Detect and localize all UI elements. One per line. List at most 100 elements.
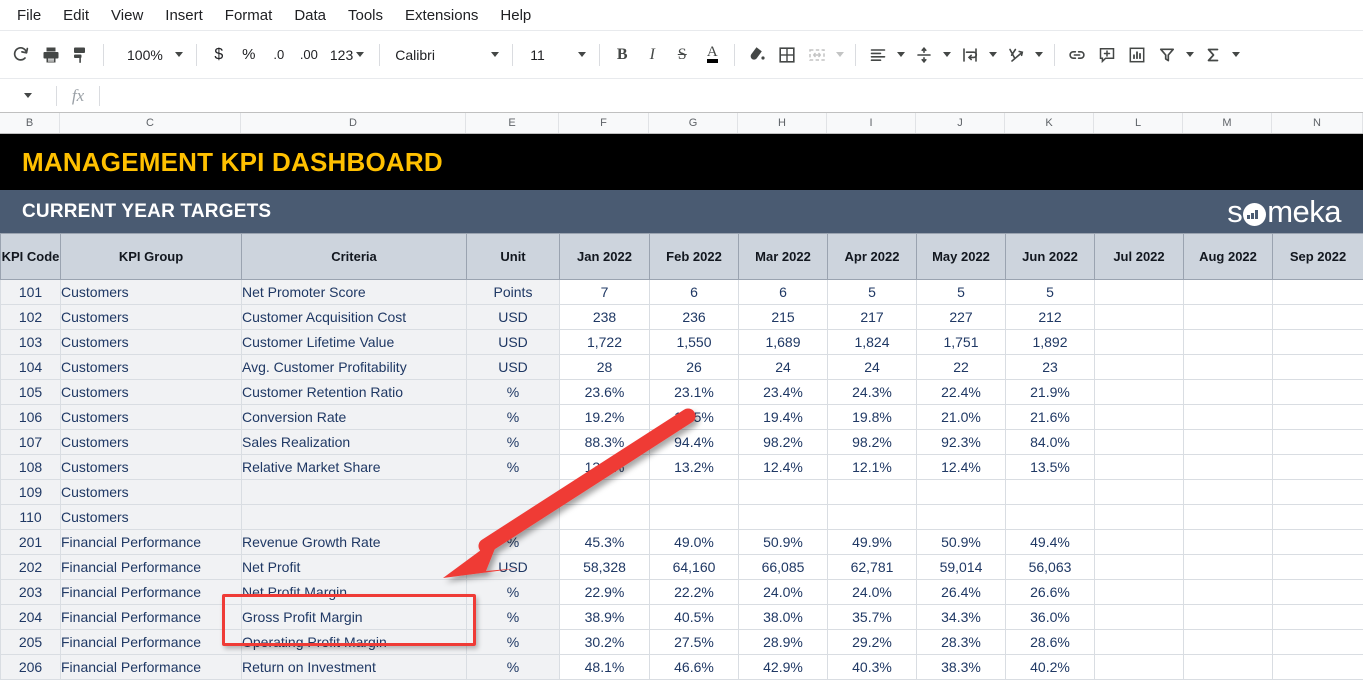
cell-month-value[interactable]: 1,824 [827,329,917,355]
cell-unit[interactable]: % [466,429,560,455]
cell-month-value[interactable]: 49.9% [827,529,917,555]
cell-month-value[interactable] [1272,554,1363,580]
cell-month-value[interactable] [1272,504,1363,530]
cell-month-value[interactable]: 5 [916,279,1006,305]
cell-unit[interactable]: Points [466,279,560,305]
table-row[interactable]: 102 Customers Customer Acquisition Cost USD… [0,304,1363,330]
cell-month-value[interactable] [1183,604,1273,630]
cell-criteria[interactable]: Operating Profit Margin [241,629,467,655]
cell-month-value[interactable] [559,479,650,505]
cell-month-value[interactable] [1183,529,1273,555]
cell-month-value[interactable] [1094,629,1184,655]
cell-kpi-code[interactable]: 201 [0,529,61,555]
cell-month-value[interactable]: 62,781 [827,554,917,580]
cell-criteria[interactable]: Return on Investment [241,654,467,680]
cell-month-value[interactable]: 28.3% [916,629,1006,655]
cell-unit[interactable]: USD [466,354,560,380]
cell-unit[interactable]: % [466,404,560,430]
cell-month-value[interactable]: 92.3% [916,429,1006,455]
formula-input[interactable] [100,79,1363,113]
cell-month-value[interactable]: 1,689 [738,329,828,355]
insert-link-button[interactable] [1062,40,1092,70]
cell-month-value[interactable]: 38.3% [916,654,1006,680]
print-icon[interactable] [36,40,66,70]
menu-item-format[interactable]: Format [214,3,284,28]
cell-month-value[interactable]: 1,722 [559,329,650,355]
cell-unit[interactable]: % [466,529,560,555]
table-row[interactable]: 107 Customers Sales Realization% 88.3% 94.4%… [0,429,1363,455]
column-feb-2022[interactable]: Feb 2022 [649,233,739,280]
cell-month-value[interactable] [1183,404,1273,430]
table-row[interactable]: 109 Customers [0,479,1363,505]
cell-month-value[interactable]: 13.6% [559,454,650,480]
cell-kpi-group[interactable]: Customers [60,404,242,430]
cell-month-value[interactable]: 23 [1005,354,1095,380]
cell-month-value[interactable]: 6 [738,279,828,305]
cell-month-value[interactable] [1005,504,1095,530]
cell-kpi-group[interactable]: Financial Performance [60,554,242,580]
cell-criteria[interactable]: Net Promoter Score [241,279,467,305]
cell-month-value[interactable] [1183,454,1273,480]
cell-month-value[interactable]: 7 [559,279,650,305]
cell-month-value[interactable]: 215 [738,304,828,330]
column-header-k[interactable]: K [1005,113,1094,133]
cell-kpi-code[interactable]: 107 [0,429,61,455]
cell-kpi-group[interactable]: Customers [60,329,242,355]
cell-kpi-code[interactable]: 105 [0,379,61,405]
cell-month-value[interactable] [1094,604,1184,630]
cell-month-value[interactable]: 26.6% [1005,579,1095,605]
column-header-d[interactable]: D [241,113,466,133]
cell-month-value[interactable]: 19.8% [827,404,917,430]
cell-month-value[interactable]: 42.9% [738,654,828,680]
cell-kpi-code[interactable]: 204 [0,604,61,630]
text-rotation-dropdown[interactable] [1031,40,1047,70]
column-aug-2022[interactable]: Aug 2022 [1183,233,1273,280]
cell-month-value[interactable] [1183,479,1273,505]
cell-month-value[interactable]: 22 [916,354,1006,380]
cell-month-value[interactable]: 18.5% [649,404,739,430]
cell-month-value[interactable]: 38.9% [559,604,650,630]
cell-month-value[interactable]: 45.3% [559,529,650,555]
horizontal-align-button[interactable] [863,40,893,70]
cell-month-value[interactable] [559,504,650,530]
column-header-i[interactable]: I [827,113,916,133]
cell-criteria[interactable]: Conversion Rate [241,404,467,430]
table-row[interactable]: 108 Customers Relative Market Share% 13.6% 1… [0,454,1363,480]
cell-month-value[interactable] [1183,379,1273,405]
column-header-h[interactable]: H [738,113,827,133]
column-criteria[interactable]: Criteria [241,233,467,280]
cell-month-value[interactable] [1094,479,1184,505]
cell-month-value[interactable] [1094,454,1184,480]
cell-month-value[interactable]: 94.4% [649,429,739,455]
cell-kpi-code[interactable]: 101 [0,279,61,305]
strikethrough-button[interactable]: S [667,40,697,70]
cell-month-value[interactable] [1094,529,1184,555]
table-row[interactable]: 106 Customers Conversion Rate% 19.2% 18.5% 19… [0,404,1363,430]
cell-kpi-group[interactable]: Customers [60,379,242,405]
cell-month-value[interactable]: 29.2% [827,629,917,655]
cell-month-value[interactable] [1272,329,1363,355]
cell-month-value[interactable]: 23.6% [559,379,650,405]
cell-kpi-group[interactable]: Financial Performance [60,529,242,555]
cell-month-value[interactable] [916,504,1006,530]
font-size-select[interactable]: 11 [520,40,592,70]
cell-month-value[interactable] [1272,654,1363,680]
cell-month-value[interactable]: 27.5% [649,629,739,655]
cell-month-value[interactable] [1183,304,1273,330]
bold-button[interactable]: B [607,40,637,70]
cell-unit[interactable] [466,479,560,505]
cell-month-value[interactable]: 24 [827,354,917,380]
cell-kpi-code[interactable]: 205 [0,629,61,655]
cell-month-value[interactable]: 34.3% [916,604,1006,630]
cell-month-value[interactable]: 40.2% [1005,654,1095,680]
cell-kpi-code[interactable]: 104 [0,354,61,380]
cell-unit[interactable]: % [466,579,560,605]
column-header-b[interactable]: B [0,113,60,133]
fill-color-button[interactable] [742,40,772,70]
menu-item-file[interactable]: File [6,3,52,28]
column-header-g[interactable]: G [649,113,738,133]
menu-item-tools[interactable]: Tools [337,3,394,28]
cell-month-value[interactable]: 21.9% [1005,379,1095,405]
column-kpi-group[interactable]: KPI Group [60,233,242,280]
cell-month-value[interactable] [1272,479,1363,505]
